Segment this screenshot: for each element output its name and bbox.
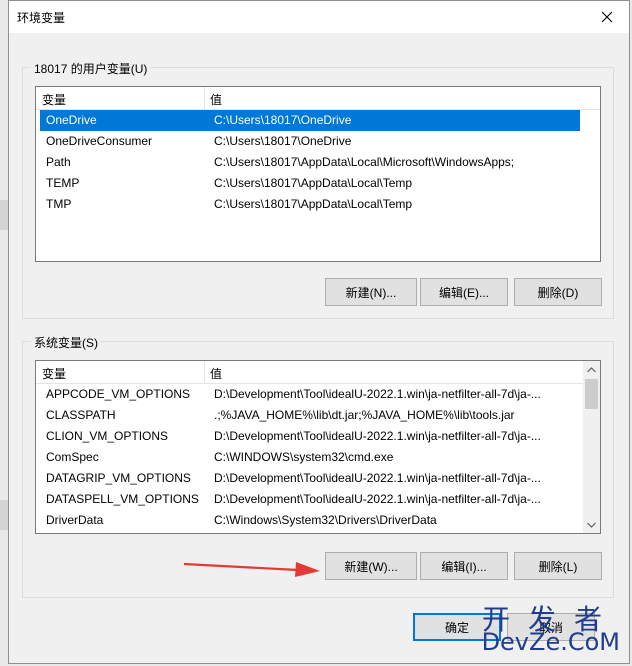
- variable-name: OneDriveConsumer: [46, 134, 153, 148]
- variable-value: .;%JAVA_HOME%\lib\dt.jar;%JAVA_HOME%\lib…: [214, 408, 515, 422]
- table-row[interactable]: DATASPELL_VM_OPTIONS D:\Development\Tool…: [40, 489, 578, 510]
- variable-value: C:\Users\18017\OneDrive: [214, 134, 352, 148]
- variable-value: D:\Development\Tool\idealU-2022.1.win\ja…: [214, 492, 541, 506]
- variable-name: APPCODE_VM_OPTIONS: [46, 387, 191, 401]
- variable-value: C:\Users\18017\AppData\Local\Temp: [214, 197, 413, 211]
- variable-name: CLASSPATH: [46, 408, 116, 422]
- table-row[interactable]: CLION_VM_OPTIONS D:\Development\Tool\ide…: [40, 426, 578, 447]
- chevron-down-icon: [587, 522, 596, 528]
- variable-value: C:\Users\18017\AppData\Local\Microsoft\W…: [214, 155, 515, 169]
- variable-name: TMP: [46, 197, 72, 211]
- close-icon: [601, 11, 613, 23]
- variable-value: D:\Development\Tool\idealU-2022.1.win\ja…: [214, 429, 541, 443]
- scroll-up-button[interactable]: [583, 361, 600, 378]
- user-variables-list[interactable]: 变量 值 OneDrive C:\Users\18017\OneDrive On…: [35, 86, 601, 262]
- window-title: 环境变量: [17, 11, 66, 25]
- variable-name: TEMP: [46, 176, 80, 190]
- column-header-variable[interactable]: 变量: [42, 365, 66, 382]
- background-strip: [0, 200, 8, 230]
- chevron-up-icon: [587, 366, 596, 372]
- system-variables-list[interactable]: 变量 值 APPCODE_VM_OPTIONS D:\Development\T…: [35, 360, 601, 534]
- table-row[interactable]: TEMP C:\Users\18017\AppData\Local\Temp: [40, 173, 580, 194]
- user-edit-button[interactable]: 编辑(E)...: [420, 278, 508, 306]
- system-new-button[interactable]: 新建(W)...: [325, 552, 417, 580]
- title-bar: 环境变量: [9, 1, 629, 33]
- list-header: 变量 值: [36, 361, 583, 384]
- variable-value: C:\WINDOWS\system32\cmd.exe: [214, 450, 394, 464]
- close-button[interactable]: [585, 1, 629, 33]
- scroll-thumb[interactable]: [585, 379, 598, 409]
- variable-name: CLION_VM_OPTIONS: [46, 429, 169, 443]
- scroll-down-button[interactable]: [583, 516, 600, 533]
- table-row[interactable]: ComSpec C:\WINDOWS\system32\cmd.exe: [40, 447, 578, 468]
- user-new-button[interactable]: 新建(N)...: [325, 278, 417, 306]
- table-row[interactable]: CLASSPATH .;%JAVA_HOME%\lib\dt.jar;%JAVA…: [40, 405, 578, 426]
- table-row[interactable]: APPCODE_VM_OPTIONS D:\Development\Tool\i…: [40, 384, 578, 405]
- column-separator[interactable]: [204, 87, 205, 109]
- table-row[interactable]: OneDrive C:\Users\18017\OneDrive: [40, 110, 580, 131]
- watermark: 开发者 DevZe.CoM: [476, 598, 626, 660]
- column-header-value[interactable]: 值: [210, 365, 222, 382]
- system-edit-button[interactable]: 编辑(I)...: [420, 552, 508, 580]
- vertical-scrollbar[interactable]: [583, 361, 600, 533]
- background-strip: [0, 500, 8, 530]
- variable-name: DATAGRIP_VM_OPTIONS: [46, 471, 191, 485]
- variable-value: D:\Development\Tool\idealU-2022.1.win\ja…: [214, 387, 541, 401]
- column-header-value[interactable]: 值: [210, 91, 222, 108]
- table-row[interactable]: TMP C:\Users\18017\AppData\Local\Temp: [40, 194, 580, 215]
- annotation-arrow-icon: [183, 562, 320, 577]
- list-header: 变量 值: [36, 87, 600, 110]
- column-header-variable[interactable]: 变量: [42, 91, 66, 108]
- user-variables-group: 18017 的用户变量(U) 变量 值 OneDrive C:\Users\18…: [22, 60, 614, 319]
- user-variables-title: 18017 的用户变量(U): [31, 60, 151, 77]
- table-row[interactable]: Path C:\Users\18017\AppData\Local\Micros…: [40, 152, 580, 173]
- variable-name: Path: [46, 155, 71, 169]
- table-row[interactable]: DATAGRIP_VM_OPTIONS D:\Development\Tool\…: [40, 468, 578, 489]
- user-delete-button[interactable]: 删除(D): [514, 278, 602, 306]
- variable-name: DATASPELL_VM_OPTIONS: [46, 492, 199, 506]
- watermark-bottom-text: DevZe.CoM: [481, 628, 620, 656]
- system-delete-button[interactable]: 删除(L): [514, 552, 602, 580]
- variable-value: C:\Windows\System32\Drivers\DriverData: [214, 513, 437, 527]
- variable-value: D:\Development\Tool\idealU-2022.1.win\ja…: [214, 471, 541, 485]
- variable-value: C:\Users\18017\OneDrive: [214, 113, 352, 127]
- variable-value: C:\Users\18017\AppData\Local\Temp: [214, 176, 413, 190]
- table-row[interactable]: DriverData C:\Windows\System32\Drivers\D…: [40, 510, 578, 531]
- variable-name: ComSpec: [46, 450, 99, 464]
- variable-name: DriverData: [46, 513, 104, 527]
- variable-name: OneDrive: [46, 113, 97, 127]
- column-separator[interactable]: [204, 361, 205, 383]
- table-row[interactable]: OneDriveConsumer C:\Users\18017\OneDrive: [40, 131, 580, 152]
- system-variables-title: 系统变量(S): [31, 334, 101, 351]
